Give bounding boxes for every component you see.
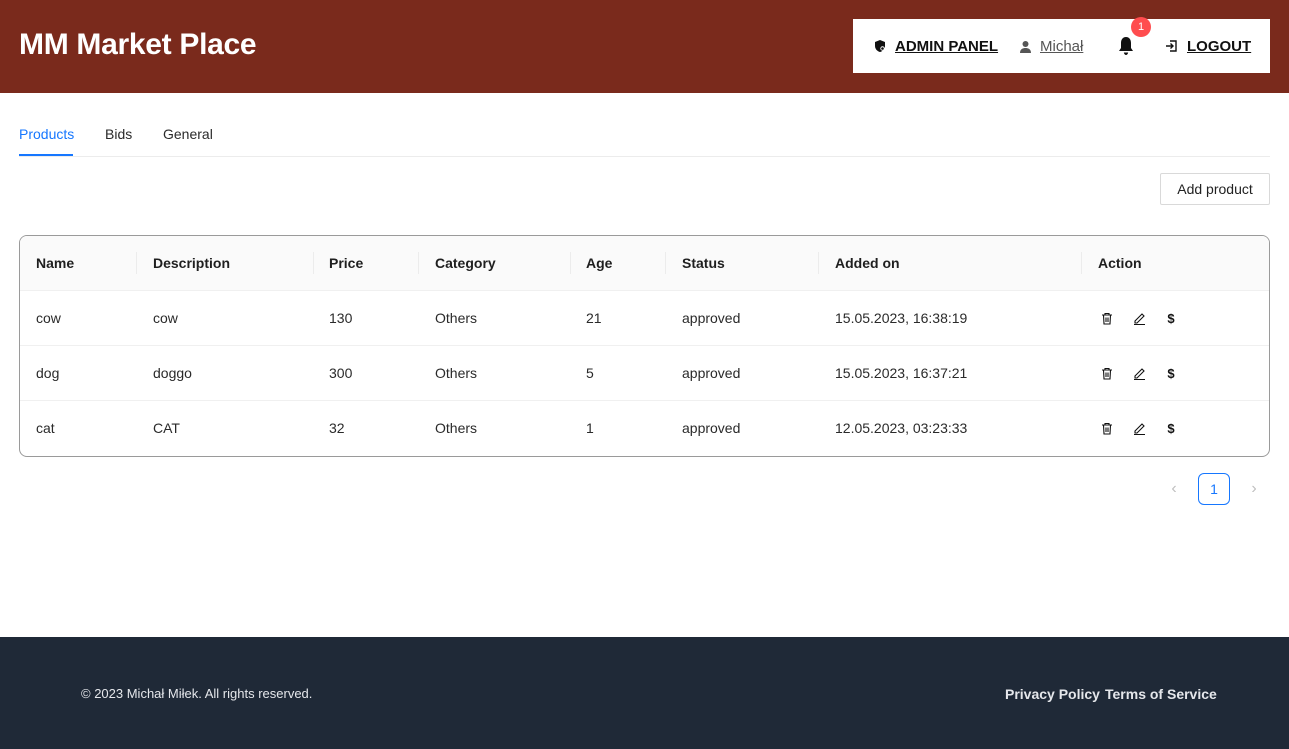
cell-status: approved: [682, 365, 741, 381]
row-actions: $: [1098, 291, 1180, 346]
user-profile-link[interactable]: Michał: [1019, 19, 1083, 73]
column-header-price[interactable]: Price: [329, 236, 363, 291]
cell-name: cow: [36, 310, 61, 326]
cell-description: doggo: [153, 365, 192, 381]
edit-icon[interactable]: [1130, 365, 1148, 383]
logout-icon: [1165, 39, 1179, 53]
user-icon: [1019, 40, 1032, 53]
logout-label[interactable]: LOGOUT: [1187, 38, 1251, 55]
cell-status: approved: [682, 420, 741, 436]
top-header: MM Market Place ADMIN PANEL Michał 1 LOG…: [0, 0, 1289, 93]
page-footer: © 2023 Michał Miłek. All rights reserved…: [0, 637, 1289, 749]
cell-age: 21: [586, 310, 602, 326]
cell-age: 5: [586, 365, 594, 381]
logout-link[interactable]: LOGOUT: [1165, 19, 1251, 73]
user-name-label[interactable]: Michał: [1040, 38, 1083, 55]
cell-added-on: 12.05.2023, 03:23:33: [835, 420, 968, 436]
column-header-added-on[interactable]: Added on: [835, 236, 900, 291]
delete-icon[interactable]: [1098, 365, 1116, 383]
cell-price: 300: [329, 365, 353, 381]
cell-category: Others: [435, 420, 478, 436]
cell-category: Others: [435, 310, 478, 326]
admin-panel-label[interactable]: ADMIN PANEL: [895, 38, 998, 55]
column-divider: [313, 252, 314, 274]
tab-general[interactable]: General: [163, 126, 213, 142]
cell-status: approved: [682, 310, 741, 326]
row-actions: $: [1098, 401, 1180, 456]
products-table: Name Description Price Category Age Stat…: [19, 235, 1270, 457]
add-product-button[interactable]: Add product: [1160, 173, 1270, 205]
column-divider: [570, 252, 571, 274]
privacy-policy-link[interactable]: Privacy Policy: [1005, 686, 1100, 702]
shield-icon: [873, 39, 887, 53]
column-header-action: Action: [1098, 255, 1142, 271]
price-action-button[interactable]: $: [1162, 310, 1180, 328]
previous-page-button[interactable]: ‹: [1158, 473, 1190, 505]
notification-count-badge: 1: [1131, 17, 1151, 37]
row-actions: $: [1098, 346, 1180, 401]
next-page-button[interactable]: ›: [1238, 473, 1270, 505]
column-header-status[interactable]: Status: [682, 236, 725, 291]
column-header-category[interactable]: Category: [435, 236, 496, 291]
page-number-button[interactable]: 1: [1198, 473, 1230, 505]
price-action-button[interactable]: $: [1162, 420, 1180, 438]
table-row: cow cow 130 Others 21 approved 15.05.202…: [20, 291, 1269, 346]
admin-panel-link[interactable]: ADMIN PANEL: [873, 19, 998, 73]
column-divider: [136, 252, 137, 274]
tab-bids[interactable]: Bids: [105, 126, 132, 142]
price-action-button[interactable]: $: [1162, 365, 1180, 383]
table-row: dog doggo 300 Others 5 approved 15.05.20…: [20, 346, 1269, 401]
column-divider: [1081, 252, 1082, 274]
column-header-age[interactable]: Age: [586, 236, 612, 291]
tab-products[interactable]: Products: [19, 126, 74, 142]
copyright-text: © 2023 Michał Miłek. All rights reserved…: [81, 686, 313, 701]
cell-added-on: 15.05.2023, 16:38:19: [835, 310, 968, 326]
cell-added-on: 15.05.2023, 16:37:21: [835, 365, 968, 381]
chevron-right-icon: ›: [1251, 480, 1257, 497]
bell-icon: [1117, 36, 1135, 56]
edit-icon[interactable]: [1130, 420, 1148, 438]
cell-name: cat: [36, 420, 55, 436]
admin-tabs: Products Bids General: [19, 118, 1270, 157]
chevron-left-icon: ‹: [1171, 480, 1177, 497]
cell-price: 32: [329, 420, 345, 436]
cell-description: CAT: [153, 420, 180, 436]
user-nav-box: ADMIN PANEL Michał 1 LOGOUT: [853, 17, 1270, 73]
active-tab-indicator: [19, 154, 73, 156]
cell-name: dog: [36, 365, 60, 381]
delete-icon[interactable]: [1098, 310, 1116, 328]
column-header-description[interactable]: Description: [153, 236, 230, 291]
cell-price: 130: [329, 310, 353, 326]
cell-category: Others: [435, 365, 478, 381]
edit-icon[interactable]: [1130, 310, 1148, 328]
column-divider: [665, 252, 666, 274]
column-header-name[interactable]: Name: [36, 236, 74, 291]
cell-age: 1: [586, 420, 594, 436]
terms-of-service-link[interactable]: Terms of Service: [1105, 686, 1217, 702]
column-divider: [818, 252, 819, 274]
brand-title[interactable]: MM Market Place: [19, 28, 257, 62]
delete-icon[interactable]: [1098, 420, 1116, 438]
cell-description: cow: [153, 310, 178, 326]
table-header: Name Description Price Category Age Stat…: [20, 236, 1269, 291]
table-row: cat CAT 32 Others 1 approved 12.05.2023,…: [20, 401, 1269, 456]
column-divider: [418, 252, 419, 274]
